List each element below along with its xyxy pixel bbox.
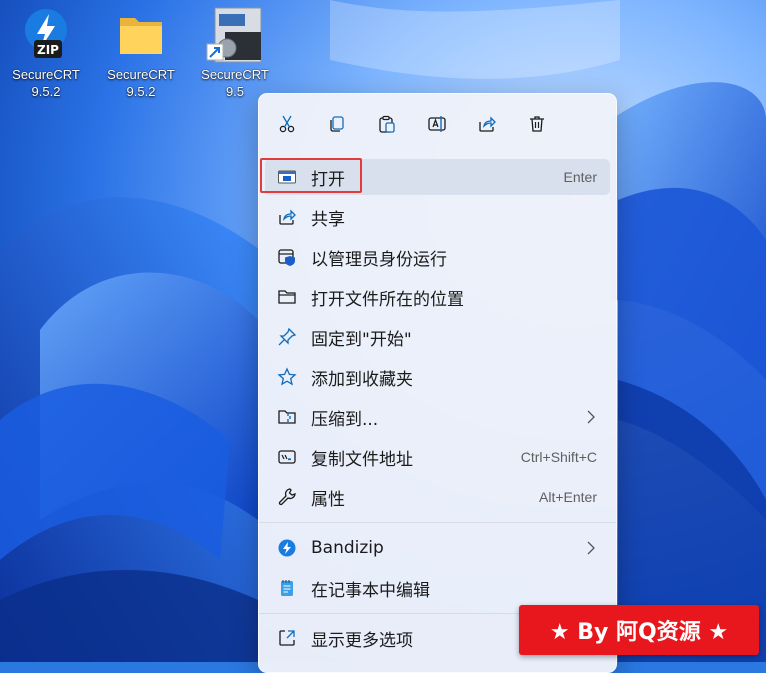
desktop-icon-securecrt-shortcut[interactable]: SecureCRT 9.5 [193,6,277,100]
desktop-icon-securecrt-folder[interactable]: SecureCRT 9.5.2 [99,6,183,100]
share-button[interactable] [467,106,507,142]
menu-item-open-file-location[interactable]: 打开文件所在的位置 [265,279,610,315]
context-menu: 打开 Enter 共享 以管理员身份运行 打开文件所在的位置 固定到"开始" 添… [258,93,617,673]
wrench-icon [278,488,296,506]
desktop-icon-version: 9.5.2 [126,84,156,99]
cut-button[interactable] [267,106,307,142]
menu-item-label: 共享 [311,209,345,230]
star-icon [277,367,297,386]
menu-item-open[interactable]: 打开 Enter [265,159,610,195]
desktop-icon-securecrt-zip[interactable]: ZIP SecureCRT 9.5.2 [4,6,88,100]
menu-item-add-to-favorites[interactable]: 添加到收藏夹 [265,359,610,395]
menu-item-label: 添加到收藏夹 [311,369,413,390]
menu-item-properties[interactable]: 属性 Alt+Enter [265,479,610,515]
chevron-right-icon [587,541,595,555]
desktop-icon-name: SecureCRT [107,67,175,82]
menu-item-label: 在记事本中编辑 [311,580,430,601]
chevron-right-icon [587,410,595,424]
desktop-icon-name: SecureCRT [201,67,269,82]
menu-item-label: Bandizip [311,538,384,558]
menu-item-compress-to[interactable]: 压缩到... [265,399,610,435]
securecrt-shortcut-icon [206,7,262,63]
desktop-icon-name: SecureCRT [12,67,80,82]
menu-item-share[interactable]: 共享 [265,199,610,235]
delete-icon [530,116,544,132]
menu-item-edit-in-notepad[interactable]: 在记事本中编辑 [265,570,610,606]
menu-item-label: 以管理员身份运行 [311,249,447,270]
shortcut-text: Ctrl+Shift+C [520,449,597,465]
menu-item-label: 压缩到... [311,409,379,430]
watermark-text: ★ By 阿Q资源 ★ [549,620,729,645]
menu-item-run-as-admin[interactable]: 以管理员身份运行 [265,239,610,275]
shortcut-text: Enter [563,169,597,185]
copy-icon [330,116,344,132]
folder-icon [120,18,162,54]
menu-item-label: 打开 [311,169,345,190]
delete-button[interactable] [517,106,557,142]
menu-item-label: 复制文件地址 [311,449,413,470]
menu-item-label: 固定到"开始" [311,329,412,350]
menu-separator [259,522,616,523]
pin-icon [278,327,297,346]
rename-button[interactable] [417,106,457,142]
open-window-icon [278,170,296,184]
copy-path-icon [278,450,296,464]
menu-item-label: 打开文件所在的位置 [311,289,464,310]
menu-item-bandizip[interactable]: Bandizip [265,530,610,566]
shortcut-text: Alt+Enter [539,489,597,505]
more-options-icon [279,630,295,646]
share-icon [479,116,496,132]
share-icon [279,209,296,225]
desktop-icon-version: 9.5.2 [31,84,61,99]
zip-icon: ZIP [25,9,67,58]
paste-icon [379,115,395,133]
menu-item-label: 属性 [311,489,345,510]
menu-item-label: 显示更多选项 [311,630,413,651]
menu-item-pin-to-start[interactable]: 固定到"开始" [265,319,610,355]
rename-icon [428,116,446,132]
zip-folder-icon [278,410,296,424]
folder-icon [278,290,296,304]
paste-button[interactable] [367,106,407,142]
cut-icon [279,115,295,133]
admin-shield-icon [278,249,295,266]
menu-item-copy-path[interactable]: 复制文件地址 Ctrl+Shift+C [265,439,610,475]
zip-badge: ZIP [37,43,59,57]
bandizip-icon [278,539,296,557]
copy-button[interactable] [317,106,357,142]
notepad-icon [281,580,293,596]
watermark-banner: ★ By 阿Q资源 ★ [519,605,759,655]
